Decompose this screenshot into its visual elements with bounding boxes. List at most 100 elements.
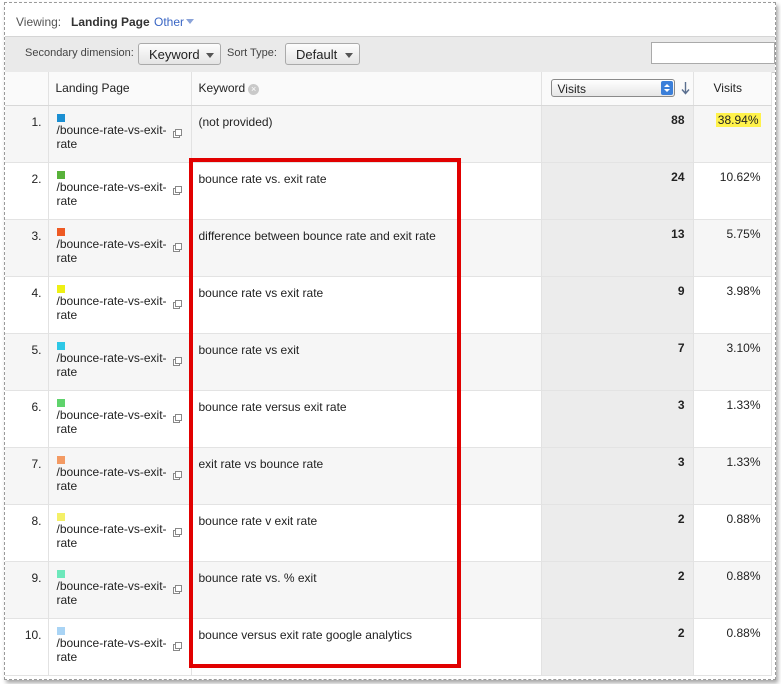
series-color-swatch (56, 341, 65, 350)
header-visits-percent[interactable]: Visits (693, 72, 772, 106)
keyword-cell[interactable]: (not provided) (191, 105, 542, 162)
visits-cell: 3 (541, 390, 694, 447)
visits-cell: 2 (541, 618, 694, 675)
landing-page-line-2: rate (56, 364, 78, 379)
landing-page-cell: /bounce-rate-vs-exit-rate (48, 105, 192, 162)
landing-page-link[interactable]: /bounce-rate-vs-exit-rate (57, 294, 167, 322)
sort-type-dropdown[interactable]: Default (285, 43, 360, 65)
view-landing-page[interactable]: Landing Page (71, 15, 150, 29)
view-other-link[interactable]: Other (154, 15, 184, 29)
remove-dimension-icon[interactable]: × (248, 83, 260, 95)
landing-page-line-1: /bounce-rate-vs-exit- (56, 521, 167, 536)
landing-page-cell: /bounce-rate-vs-exit-rate (48, 333, 192, 390)
visits-percent-cell: 0.88% (693, 504, 772, 561)
data-table: Landing Page Keyword × Visits Visits 1. … (5, 72, 772, 676)
chevron-down-icon (206, 53, 214, 58)
other-chevron-down-icon[interactable] (186, 19, 194, 24)
landing-page-line-1: /bounce-rate-vs-exit- (56, 179, 167, 194)
visits-cell: 2 (541, 504, 694, 561)
metric-select[interactable]: Visits (550, 79, 675, 98)
visits-percent-value: 5.75% (726, 226, 761, 241)
landing-page-link[interactable]: /bounce-rate-vs-exit-rate (57, 522, 167, 550)
visits-percent-value: 38.94% (715, 112, 761, 127)
visits-percent-cell: 1.33% (693, 390, 772, 447)
table-row: 7. /bounce-rate-vs-exit-rate exit rate vs … (5, 447, 772, 504)
landing-page-link[interactable]: /bounce-rate-vs-exit-rate (57, 237, 167, 265)
secondary-dimension-label: Secondary dimension: (25, 47, 134, 59)
row-index: 4. (5, 276, 49, 333)
external-link-icon[interactable] (172, 185, 182, 195)
table-row: 9. /bounce-rate-vs-exit-rate bounce rate v… (5, 561, 772, 618)
visits-percent-value: 1.33% (726, 454, 761, 469)
landing-page-line-2: rate (56, 478, 78, 493)
landing-page-link[interactable]: /bounce-rate-vs-exit-rate (57, 636, 167, 664)
series-color-swatch (56, 284, 65, 293)
header-keyword-label[interactable]: Keyword (199, 81, 246, 95)
visits-percent-value: 1.33% (726, 397, 761, 412)
table-search-input[interactable] (651, 42, 775, 64)
series-color-swatch (56, 170, 65, 179)
row-index: 7. (5, 447, 49, 504)
keyword-cell[interactable]: bounce rate vs exit (191, 333, 542, 390)
landing-page-link[interactable]: /bounce-rate-vs-exit-rate (57, 579, 167, 607)
visits-cell: 7 (541, 333, 694, 390)
table-row: 1. /bounce-rate-vs-exit-rate (not provided… (5, 105, 772, 162)
sort-descending-icon[interactable] (681, 81, 690, 95)
landing-page-cell: /bounce-rate-vs-exit-rate (48, 390, 192, 447)
keyword-cell[interactable]: bounce rate vs. exit rate (191, 162, 542, 219)
table-row: 8. /bounce-rate-vs-exit-rate bounce rate v… (5, 504, 772, 561)
keyword-cell[interactable]: bounce rate versus exit rate (191, 390, 542, 447)
series-color-swatch (56, 626, 65, 635)
visits-percent-value: 3.98% (726, 283, 761, 298)
visits-percent-value: 10.62% (719, 169, 761, 184)
report-frame: Viewing: Landing Page Other Secondary di… (4, 2, 776, 680)
external-link-icon[interactable] (172, 584, 182, 594)
external-link-icon[interactable] (172, 242, 182, 252)
keyword-cell[interactable]: bounce rate vs exit rate (191, 276, 542, 333)
visits-percent-value: 0.88% (726, 568, 761, 583)
external-link-icon[interactable] (172, 413, 182, 423)
secondary-dimension-value: Keyword (149, 47, 200, 62)
visits-cell: 24 (541, 162, 694, 219)
table-row: 2. /bounce-rate-vs-exit-rate bounce rate v… (5, 162, 772, 219)
keyword-cell[interactable]: exit rate vs bounce rate (191, 447, 542, 504)
visits-percent-cell: 5.75% (693, 219, 772, 276)
external-link-icon[interactable] (172, 128, 182, 138)
visits-percent-cell: 3.10% (693, 333, 772, 390)
external-link-icon[interactable] (172, 470, 182, 480)
secondary-dimension-dropdown[interactable]: Keyword (138, 43, 221, 65)
series-color-swatch (56, 113, 65, 122)
landing-page-link[interactable]: /bounce-rate-vs-exit-rate (57, 465, 167, 493)
visits-percent-cell: 0.88% (693, 561, 772, 618)
keyword-cell[interactable]: bounce versus exit rate google analytics (191, 618, 542, 675)
row-index: 1. (5, 105, 49, 162)
landing-page-link[interactable]: /bounce-rate-vs-exit-rate (57, 408, 167, 436)
external-link-icon[interactable] (172, 299, 182, 309)
chevron-down-icon (345, 53, 353, 58)
header-landing-page[interactable]: Landing Page (48, 72, 192, 106)
viewing-bar: Viewing: Landing Page Other (5, 3, 775, 36)
landing-page-cell: /bounce-rate-vs-exit-rate (48, 219, 192, 276)
series-color-swatch (56, 398, 65, 407)
landing-page-line-1: /bounce-rate-vs-exit- (56, 578, 167, 593)
landing-page-link[interactable]: /bounce-rate-vs-exit-rate (57, 180, 167, 208)
visits-percent-cell: 0.88% (693, 618, 772, 675)
external-link-icon[interactable] (172, 527, 182, 537)
external-link-icon[interactable] (172, 641, 182, 651)
select-arrows-icon (660, 81, 673, 96)
landing-page-link[interactable]: /bounce-rate-vs-exit-rate (57, 123, 167, 151)
landing-page-link[interactable]: /bounce-rate-vs-exit-rate (57, 351, 167, 379)
landing-page-cell: /bounce-rate-vs-exit-rate (48, 162, 192, 219)
row-index: 6. (5, 390, 49, 447)
table-row: 4. /bounce-rate-vs-exit-rate bounce rate v… (5, 276, 772, 333)
external-link-icon[interactable] (172, 356, 182, 366)
sort-type-value: Default (296, 47, 338, 62)
keyword-cell[interactable]: bounce rate v exit rate (191, 504, 542, 561)
keyword-cell[interactable]: difference between bounce rate and exit … (191, 219, 542, 276)
visits-percent-value: 0.88% (726, 625, 761, 640)
table-row: 5. /bounce-rate-vs-exit-rate bounce rate v… (5, 333, 772, 390)
series-color-swatch (56, 455, 65, 464)
keyword-cell[interactable]: bounce rate vs. % exit (191, 561, 542, 618)
landing-page-cell: /bounce-rate-vs-exit-rate (48, 504, 192, 561)
row-index: 8. (5, 504, 49, 561)
